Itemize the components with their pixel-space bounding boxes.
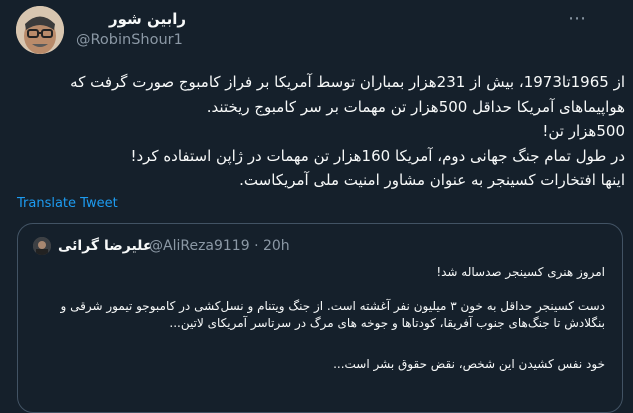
quoted-text-line: دست کسینجر حداقل به خون ۳ میلیون نفر آغش… bbox=[60, 299, 605, 313]
tweet: رابین شور @RobinShour1 ⋯ از 1965تا1973، … bbox=[0, 0, 633, 413]
quoted-avatar-photo bbox=[33, 237, 51, 255]
quoted-text-line: خود نفس کشیدن این شخص، نقض حقوق بشر است.… bbox=[333, 357, 605, 371]
tweet-body-line: 500هزار تن! bbox=[542, 122, 625, 140]
tweet-body: از 1965تا1973، بیش از 231هزار بمباران تو… bbox=[25, 70, 625, 193]
tweet-body-line: اینها افتخارات کسینجر به عنوان مشاور امن… bbox=[239, 171, 625, 189]
quoted-author-avatar bbox=[33, 237, 51, 255]
avatar-photo bbox=[16, 6, 64, 54]
quoted-author-name: علیرضا گرائی bbox=[58, 238, 153, 254]
author-handle[interactable]: @RobinShour1 bbox=[76, 32, 183, 48]
quoted-text-line: امروز هنری کسینجر صدساله شد! bbox=[436, 265, 605, 279]
tweet-body-line: از 1965تا1973، بیش از 231هزار بمباران تو… bbox=[70, 73, 625, 91]
author-name[interactable]: رابین شور bbox=[109, 10, 186, 28]
translate-tweet-link[interactable]: Translate Tweet bbox=[17, 196, 118, 211]
author-avatar[interactable] bbox=[16, 6, 64, 54]
quoted-text-line: بنگلادش تا جنگ‌های جنوب آفریقا، کودتاها … bbox=[169, 316, 605, 330]
quoted-tweet-text: امروز هنری کسینجر صدساله شد! دست کسینجر … bbox=[35, 264, 605, 373]
tweet-body-line: در طول تمام جنگ جهانی دوم، آمریکا 160هزا… bbox=[130, 146, 625, 165]
quoted-author-handle: @AliReza9119 · 20h bbox=[149, 238, 290, 254]
tweet-body-line: هواپیماهای آمریکا حداقل 500هزار تن مهمات… bbox=[206, 97, 625, 116]
more-options-button[interactable]: ⋯ bbox=[566, 8, 588, 29]
more-dots-icon: ⋯ bbox=[568, 8, 586, 29]
quoted-tweet[interactable]: علیرضا گرائی @AliReza9119 · 20h امروز هن… bbox=[17, 223, 623, 413]
